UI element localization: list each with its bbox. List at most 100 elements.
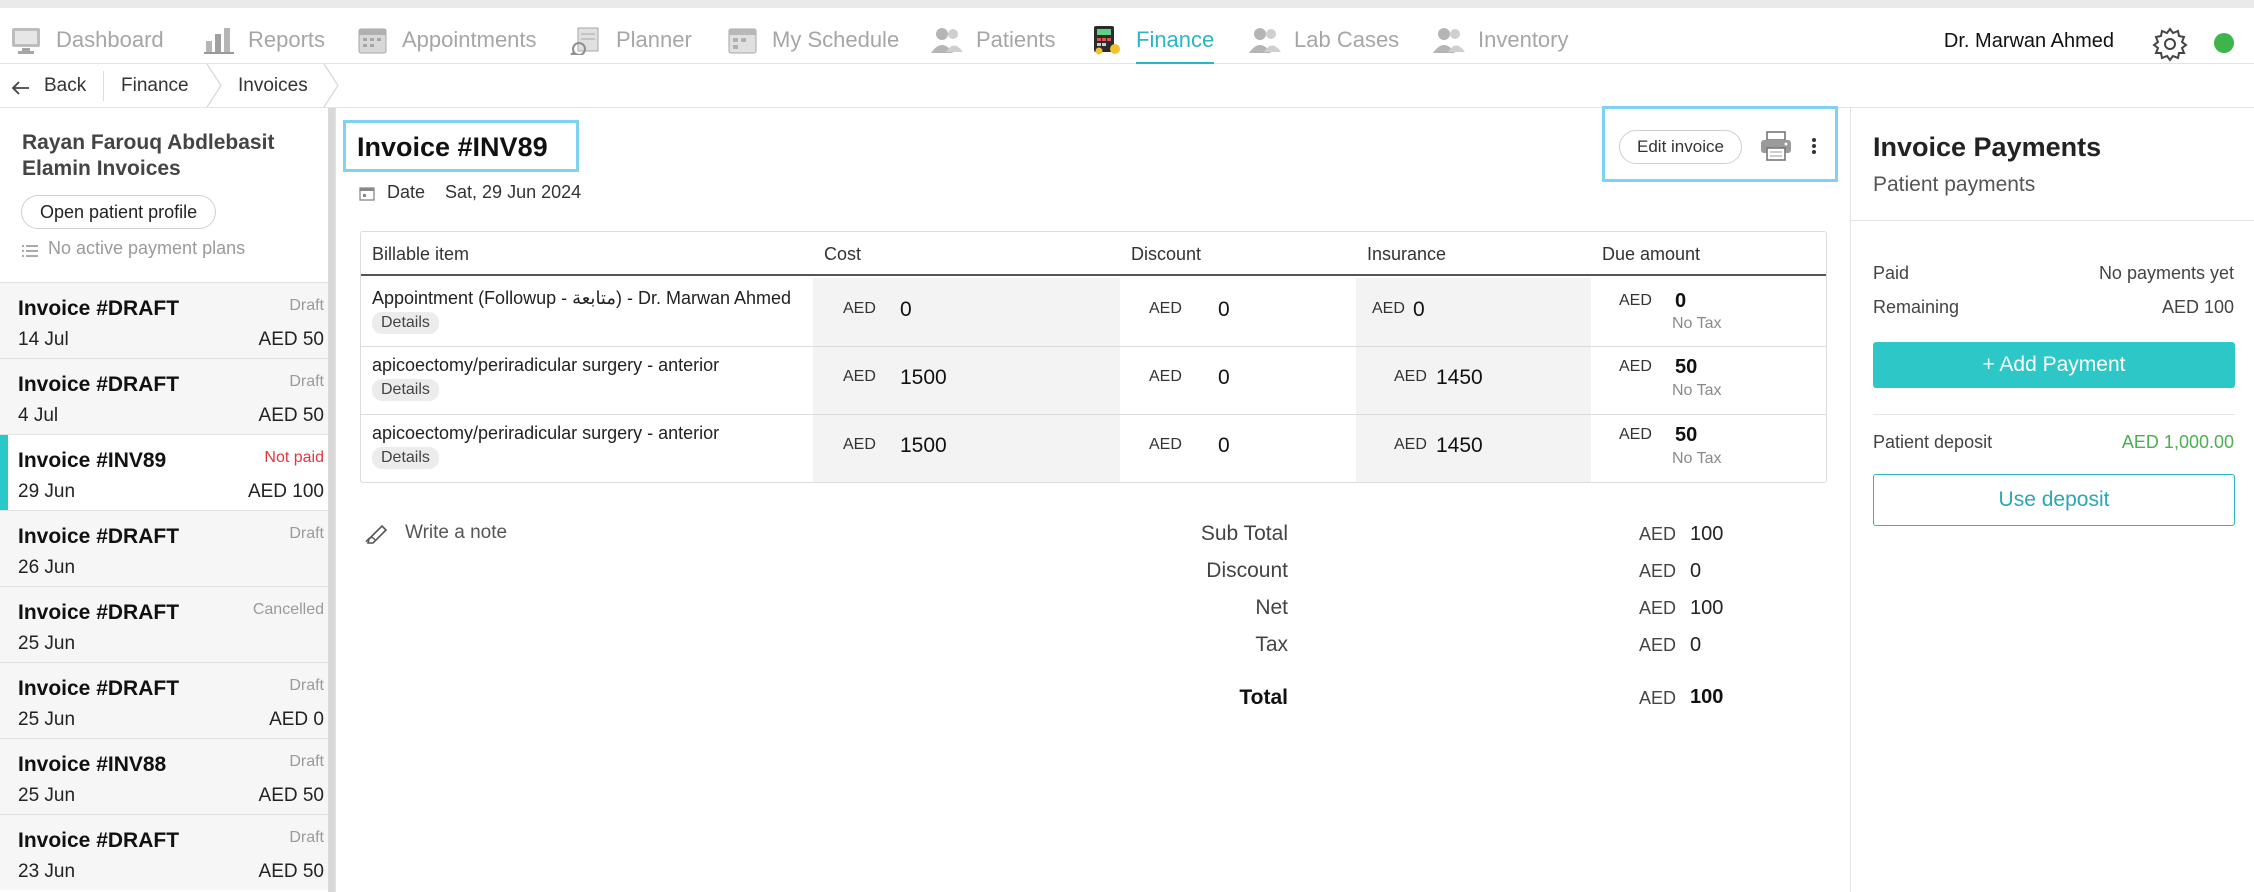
back-label: Back bbox=[44, 74, 87, 96]
invoice-name: Invoice #DRAFT bbox=[18, 373, 180, 396]
nav-label: Appointments bbox=[402, 27, 537, 52]
billable-item: Appointment (Followup - متابعة) - Dr. Ma… bbox=[372, 287, 812, 334]
open-patient-profile-button[interactable]: Open patient profile bbox=[21, 195, 217, 229]
invoice-list-item[interactable]: Invoice #DRAFT Draft 25 Jun AED 0 bbox=[0, 662, 328, 738]
dashboard-icon bbox=[10, 25, 44, 55]
invoice-detail: Invoice #INV89 Date Sat, 29 Jun 2024 Edi… bbox=[337, 106, 1850, 892]
invoice-name: Invoice #DRAFT bbox=[18, 829, 180, 852]
details-button[interactable]: Details bbox=[372, 447, 439, 469]
nav-inventory[interactable]: Inventory bbox=[1432, 16, 1569, 64]
add-payment-button[interactable]: + Add Payment bbox=[1873, 342, 2235, 388]
billable-items-table: Billable item Cost Discount Insurance Du… bbox=[360, 231, 1827, 483]
invoice-list-item[interactable]: Invoice #DRAFT Draft 26 Jun bbox=[0, 510, 328, 586]
nav-label: Reports bbox=[248, 27, 326, 52]
invoice-list-item[interactable]: Invoice #DRAFT Draft 23 Jun AED 50 bbox=[0, 814, 328, 890]
list-icon bbox=[22, 242, 38, 257]
discount-value: 0 bbox=[1218, 434, 1230, 457]
billable-item: apicoectomy/periradicular surgery - ante… bbox=[372, 354, 812, 401]
lab-cases-icon bbox=[1248, 25, 1282, 55]
insurance-value: 0 bbox=[1413, 298, 1425, 321]
insurance-value: 1450 bbox=[1436, 366, 1483, 389]
insurance-currency: AED bbox=[1394, 368, 1427, 385]
column-header: Billable item bbox=[361, 232, 813, 276]
discount-currency: AED bbox=[1149, 368, 1182, 385]
nav-reports[interactable]: Reports bbox=[202, 16, 325, 64]
nav-planner[interactable]: Planner bbox=[570, 16, 692, 64]
nav-appointments[interactable]: Appointments bbox=[356, 16, 537, 64]
panel-divider bbox=[1873, 414, 2235, 415]
date-label: Date bbox=[387, 182, 426, 202]
invoice-amount: AED 50 bbox=[258, 405, 324, 426]
inventory-icon bbox=[1432, 25, 1466, 55]
row-divider bbox=[361, 346, 1826, 347]
due-currency: AED bbox=[1619, 292, 1652, 309]
invoice-name: Invoice #DRAFT bbox=[18, 297, 180, 320]
user-name[interactable]: Dr. Marwan Ahmed bbox=[1944, 30, 2114, 53]
invoice-date: 25 Jun bbox=[18, 633, 76, 654]
nav-finance[interactable]: Finance bbox=[1090, 16, 1215, 65]
invoice-status: Draft bbox=[289, 677, 324, 694]
panel-divider bbox=[1851, 220, 2254, 221]
nav-label: Lab Cases bbox=[1294, 27, 1400, 52]
breadcrumb-invoices[interactable]: Invoices bbox=[238, 64, 308, 107]
due-value: 50 bbox=[1675, 356, 1698, 378]
invoice-name: Invoice #DRAFT bbox=[18, 677, 180, 700]
total-currency: AED bbox=[1639, 688, 1677, 708]
edit-invoice-button[interactable]: Edit invoice bbox=[1619, 130, 1742, 164]
nav-patients[interactable]: Patients bbox=[930, 16, 1056, 64]
nav-lab-cases[interactable]: Lab Cases bbox=[1248, 16, 1399, 64]
invoice-date: 25 Jun bbox=[18, 785, 76, 806]
column-header: Insurance bbox=[1356, 232, 1591, 276]
invoice-list-item[interactable]: Invoice #DRAFT Draft 14 Jul AED 50 bbox=[0, 282, 328, 358]
subtotal-currency: AED bbox=[1639, 524, 1677, 544]
nav-label: Patients bbox=[976, 27, 1056, 52]
net-currency: AED bbox=[1639, 598, 1677, 618]
planner-icon bbox=[570, 25, 604, 57]
sidebar-scrollbar[interactable] bbox=[328, 108, 335, 892]
invoice-list-item[interactable]: Invoice #DRAFT Cancelled 25 Jun bbox=[0, 586, 328, 662]
invoice-name: Invoice #INV88 bbox=[18, 753, 167, 776]
invoice-status: Not paid bbox=[264, 449, 324, 466]
nav-my-schedule[interactable]: My Schedule bbox=[726, 16, 899, 64]
invoice-payments-panel: Invoice Payments Patient payments Paid N… bbox=[1850, 108, 2254, 892]
due-value: 50 bbox=[1675, 424, 1698, 446]
use-deposit-button[interactable]: Use deposit bbox=[1873, 474, 2235, 526]
write-note-label: Write a note bbox=[405, 522, 508, 543]
discount-total-currency: AED bbox=[1639, 561, 1677, 581]
invoice-list-item-selected[interactable]: Invoice #INV89 Not paid 29 Jun AED 100 bbox=[0, 434, 328, 511]
insurance-value: 1450 bbox=[1436, 434, 1483, 457]
tax-label: Tax bbox=[1255, 633, 1288, 656]
breadcrumb-finance[interactable]: Finance bbox=[121, 64, 189, 107]
column-header: Cost bbox=[813, 232, 1120, 276]
printer-icon[interactable] bbox=[1759, 130, 1793, 162]
invoice-list-item[interactable]: Invoice #DRAFT Draft 4 Jul AED 50 bbox=[0, 358, 328, 434]
insurance-currency: AED bbox=[1372, 300, 1405, 317]
invoice-date: 25 Jun bbox=[18, 709, 76, 730]
invoice-list-item[interactable]: Invoice #INV88 Draft 25 Jun AED 50 bbox=[0, 738, 328, 814]
details-button[interactable]: Details bbox=[372, 312, 439, 334]
invoice-status: Draft bbox=[289, 753, 324, 770]
back-button[interactable]: Back bbox=[11, 64, 87, 107]
cost-value: 1500 bbox=[900, 366, 947, 389]
invoice-date: 23 Jun bbox=[18, 861, 76, 882]
details-button[interactable]: Details bbox=[372, 379, 439, 401]
billable-item-name: Appointment (Followup - متابعة) - Dr. Ma… bbox=[372, 288, 792, 308]
tax-note: No Tax bbox=[1672, 315, 1722, 332]
write-note-button[interactable]: Write a note bbox=[365, 522, 507, 544]
more-options-icon[interactable] bbox=[1811, 136, 1817, 156]
remaining-value: AED 100 bbox=[2161, 297, 2234, 317]
due-value: 0 bbox=[1675, 290, 1687, 312]
reports-icon bbox=[202, 25, 236, 55]
payments-subtitle: Patient payments bbox=[1873, 173, 2036, 196]
payment-plans-text: No active payment plans bbox=[48, 238, 246, 258]
gear-icon[interactable] bbox=[2152, 26, 2188, 62]
paid-value: No payments yet bbox=[2098, 263, 2234, 283]
breadcrumb-divider bbox=[103, 71, 104, 101]
nav-dashboard[interactable]: Dashboard bbox=[10, 16, 164, 64]
invoice-date: 4 Jul bbox=[18, 405, 59, 426]
patient-deposit-value: AED 1,000.00 bbox=[2121, 432, 2234, 452]
nav-label: Inventory bbox=[1478, 27, 1569, 52]
pen-icon bbox=[365, 522, 391, 544]
cost-currency: AED bbox=[843, 368, 876, 385]
invoice-date: 14 Jul bbox=[18, 329, 69, 350]
